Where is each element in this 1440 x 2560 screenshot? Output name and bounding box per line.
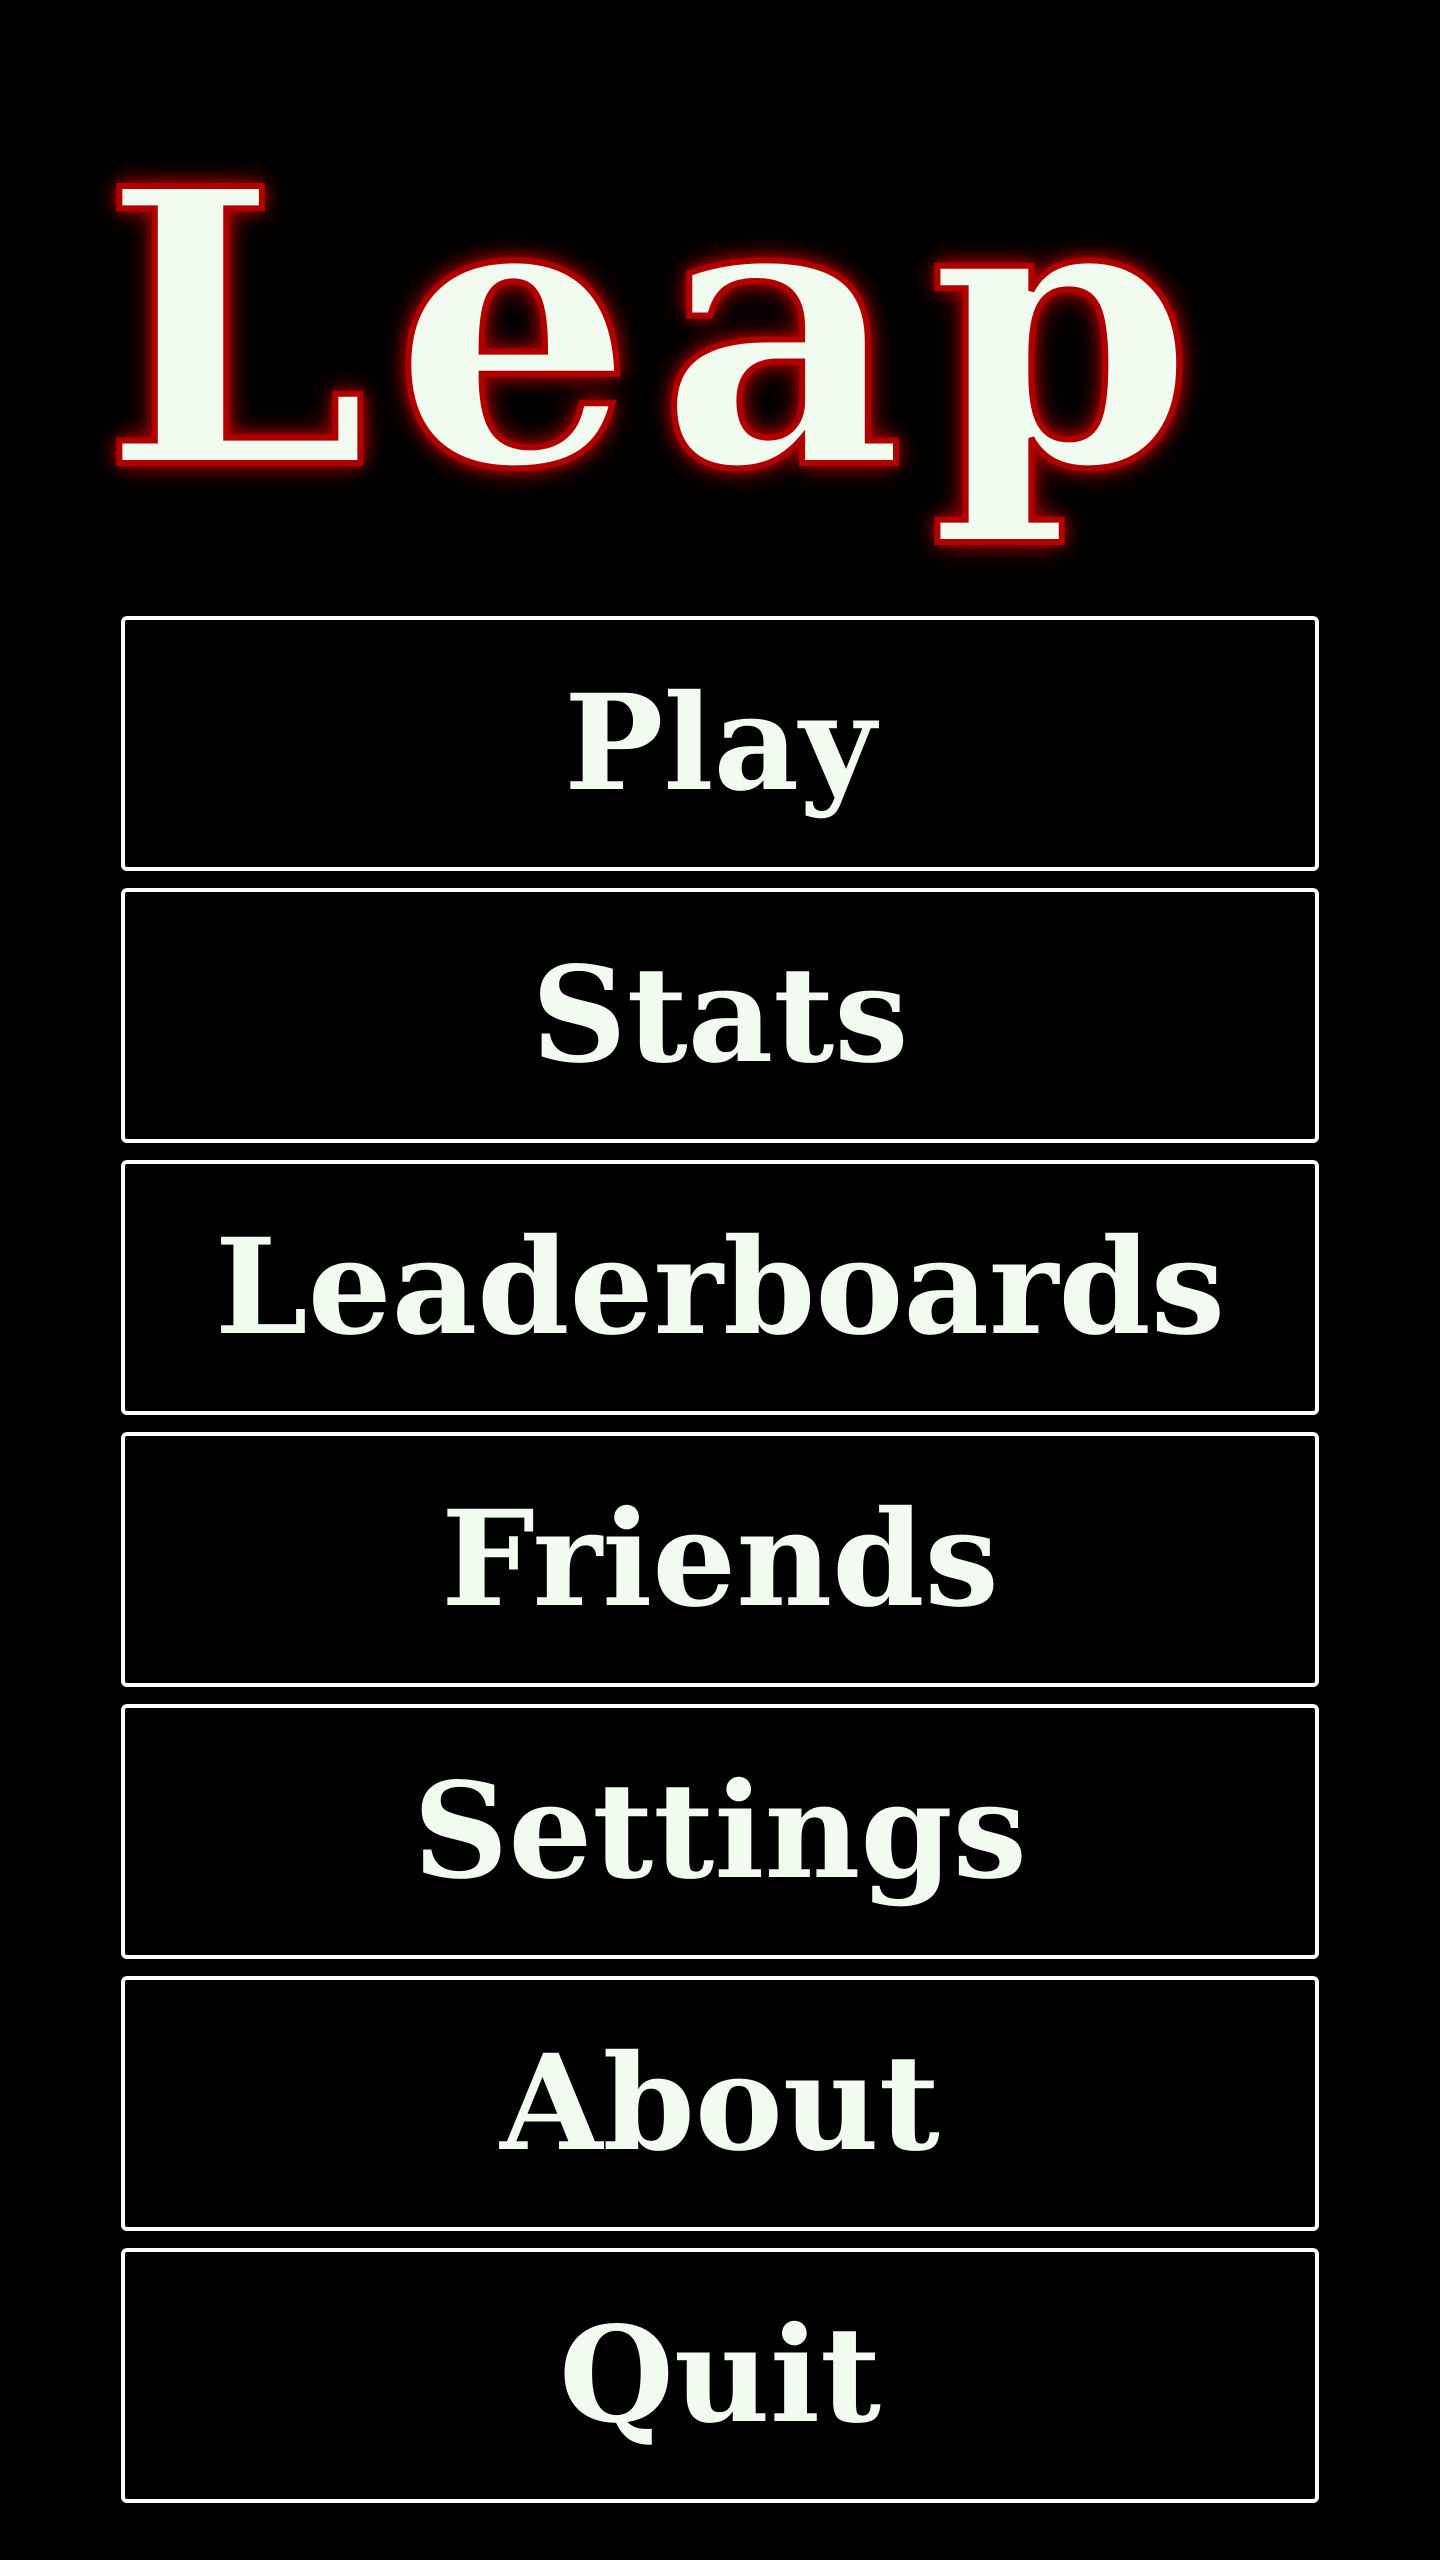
leaderboards-button-label: Leaderboards (214, 1209, 1226, 1365)
friends-button-label: Friends (441, 1481, 999, 1637)
leaderboards-button[interactable]: Leaderboards (121, 1160, 1319, 1415)
quit-button[interactable]: Quit (121, 2248, 1319, 2503)
stats-button-label: Stats (531, 937, 909, 1093)
settings-button-label: Settings (413, 1753, 1027, 1909)
settings-button[interactable]: Settings (121, 1704, 1319, 1959)
game-title: Leap (99, 106, 1219, 553)
quit-button-label: Quit (558, 2297, 882, 2453)
stats-button[interactable]: Stats (121, 888, 1319, 1143)
play-button-label: Play (564, 665, 876, 821)
main-menu: Play Stats Leaderboards Friends Settings… (121, 616, 1319, 2520)
about-button[interactable]: About (121, 1976, 1319, 2231)
play-button[interactable]: Play (121, 616, 1319, 871)
friends-button[interactable]: Friends (121, 1432, 1319, 1687)
about-button-label: About (500, 2025, 940, 2181)
